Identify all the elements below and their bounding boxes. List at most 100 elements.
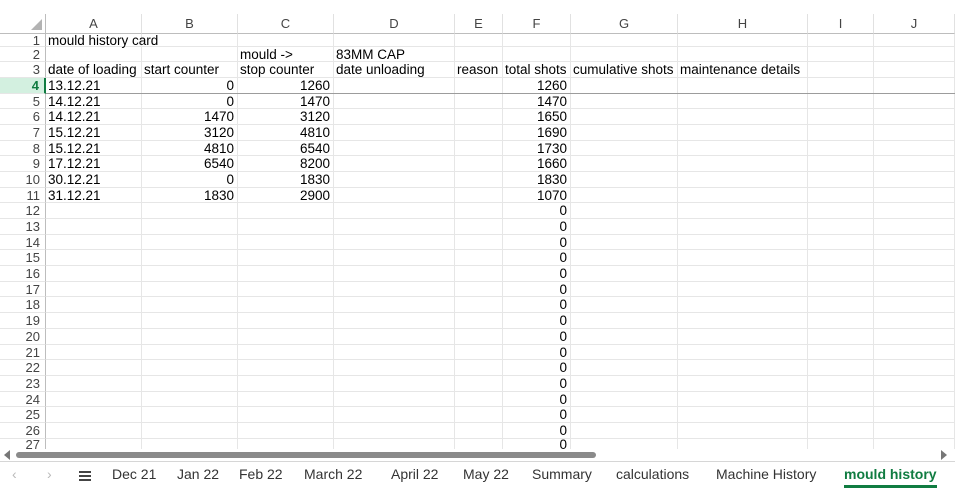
- cell-c1[interactable]: [238, 34, 334, 47]
- cell-b9[interactable]: 6540: [142, 156, 238, 172]
- cell-e16[interactable]: [455, 266, 503, 282]
- cell-b10[interactable]: 0: [142, 172, 238, 188]
- cell-d1[interactable]: [334, 34, 455, 47]
- cell-c22[interactable]: [238, 360, 334, 376]
- row-header-21[interactable]: 21: [0, 345, 46, 360]
- row-header-23[interactable]: 23: [0, 376, 46, 392]
- column-header-c[interactable]: C: [238, 14, 334, 34]
- cell-j4[interactable]: [874, 78, 955, 94]
- cell-c14[interactable]: [238, 235, 334, 250]
- scroll-right-icon[interactable]: [941, 450, 947, 460]
- cell-g21[interactable]: [571, 345, 678, 360]
- cell-g10[interactable]: [571, 172, 678, 188]
- cell-c15[interactable]: [238, 250, 334, 266]
- cell-b22[interactable]: [142, 360, 238, 376]
- cell-a10[interactable]: 30.12.21: [46, 172, 142, 188]
- cell-a21[interactable]: [46, 345, 142, 360]
- cell-d6[interactable]: [334, 109, 455, 125]
- cell-e3[interactable]: reason: [455, 62, 503, 78]
- cell-c5[interactable]: 1470: [238, 94, 334, 109]
- cell-a22[interactable]: [46, 360, 142, 376]
- row-header-15[interactable]: 15: [0, 250, 46, 266]
- cell-c16[interactable]: [238, 266, 334, 282]
- row-header-19[interactable]: 19: [0, 313, 46, 329]
- sheet-tab-april-22[interactable]: April 22: [391, 466, 438, 482]
- sheet-tab-summary[interactable]: Summary: [532, 466, 592, 482]
- cell-f21[interactable]: 0: [503, 345, 571, 360]
- cell-j20[interactable]: [874, 329, 955, 345]
- cell-e19[interactable]: [455, 313, 503, 329]
- cell-j25[interactable]: [874, 407, 955, 423]
- cell-j1[interactable]: [874, 34, 955, 47]
- cell-a12[interactable]: [46, 203, 142, 219]
- cell-i7[interactable]: [808, 125, 874, 141]
- cell-i4[interactable]: [808, 78, 874, 94]
- cell-e10[interactable]: [455, 172, 503, 188]
- cell-g26[interactable]: [571, 423, 678, 439]
- cell-g16[interactable]: [571, 266, 678, 282]
- cell-g15[interactable]: [571, 250, 678, 266]
- cell-f22[interactable]: 0: [503, 360, 571, 376]
- cell-e4[interactable]: [455, 78, 503, 94]
- cell-a8[interactable]: 15.12.21: [46, 141, 142, 156]
- cell-a26[interactable]: [46, 423, 142, 439]
- cell-e9[interactable]: [455, 156, 503, 172]
- row-header-20[interactable]: 20: [0, 329, 46, 345]
- cell-c7[interactable]: 4810: [238, 125, 334, 141]
- sheet-tab-march-22[interactable]: March 22: [304, 466, 362, 482]
- cell-e2[interactable]: [455, 47, 503, 62]
- row-header-7[interactable]: 7: [0, 125, 46, 141]
- cell-d10[interactable]: [334, 172, 455, 188]
- cell-g6[interactable]: [571, 109, 678, 125]
- cell-b15[interactable]: [142, 250, 238, 266]
- cell-f7[interactable]: 1690: [503, 125, 571, 141]
- cell-e8[interactable]: [455, 141, 503, 156]
- cell-h14[interactable]: [678, 235, 808, 250]
- sheet-tab-machine-history[interactable]: Machine History: [716, 466, 816, 482]
- cell-i21[interactable]: [808, 345, 874, 360]
- cell-b1[interactable]: [142, 34, 238, 47]
- sheet-tab-jan-22[interactable]: Jan 22: [177, 466, 219, 482]
- cell-i9[interactable]: [808, 156, 874, 172]
- cell-c25[interactable]: [238, 407, 334, 423]
- cell-b6[interactable]: 1470: [142, 109, 238, 125]
- chevron-left-icon[interactable]: ‹: [12, 466, 17, 482]
- row-header-9[interactable]: 9: [0, 156, 46, 172]
- cell-i23[interactable]: [808, 376, 874, 392]
- cell-i14[interactable]: [808, 235, 874, 250]
- cell-f2[interactable]: [503, 47, 571, 62]
- cell-i3[interactable]: [808, 62, 874, 78]
- cell-i16[interactable]: [808, 266, 874, 282]
- cell-e26[interactable]: [455, 423, 503, 439]
- cell-d21[interactable]: [334, 345, 455, 360]
- cell-f3[interactable]: total shots: [503, 62, 571, 78]
- cell-a17[interactable]: [46, 282, 142, 297]
- cell-h22[interactable]: [678, 360, 808, 376]
- cell-b5[interactable]: 0: [142, 94, 238, 109]
- cell-c2[interactable]: mould ->: [238, 47, 334, 62]
- cell-g14[interactable]: [571, 235, 678, 250]
- cell-e13[interactable]: [455, 219, 503, 235]
- cell-h13[interactable]: [678, 219, 808, 235]
- cell-d24[interactable]: [334, 392, 455, 407]
- cell-g22[interactable]: [571, 360, 678, 376]
- cell-f24[interactable]: 0: [503, 392, 571, 407]
- cell-f10[interactable]: 1830: [503, 172, 571, 188]
- cell-h15[interactable]: [678, 250, 808, 266]
- cell-f9[interactable]: 1660: [503, 156, 571, 172]
- cell-b2[interactable]: [142, 47, 238, 62]
- cell-f25[interactable]: 0: [503, 407, 571, 423]
- row-header-13[interactable]: 13: [0, 219, 46, 235]
- cell-d7[interactable]: [334, 125, 455, 141]
- cell-c9[interactable]: 8200: [238, 156, 334, 172]
- row-header-25[interactable]: 25: [0, 407, 46, 423]
- cell-f19[interactable]: 0: [503, 313, 571, 329]
- cell-d25[interactable]: [334, 407, 455, 423]
- cell-a3[interactable]: date of loading: [46, 62, 142, 78]
- cell-i1[interactable]: [808, 34, 874, 47]
- cell-g13[interactable]: [571, 219, 678, 235]
- cell-i19[interactable]: [808, 313, 874, 329]
- column-header-i[interactable]: I: [808, 14, 874, 34]
- cell-j26[interactable]: [874, 423, 955, 439]
- cell-a7[interactable]: 15.12.21: [46, 125, 142, 141]
